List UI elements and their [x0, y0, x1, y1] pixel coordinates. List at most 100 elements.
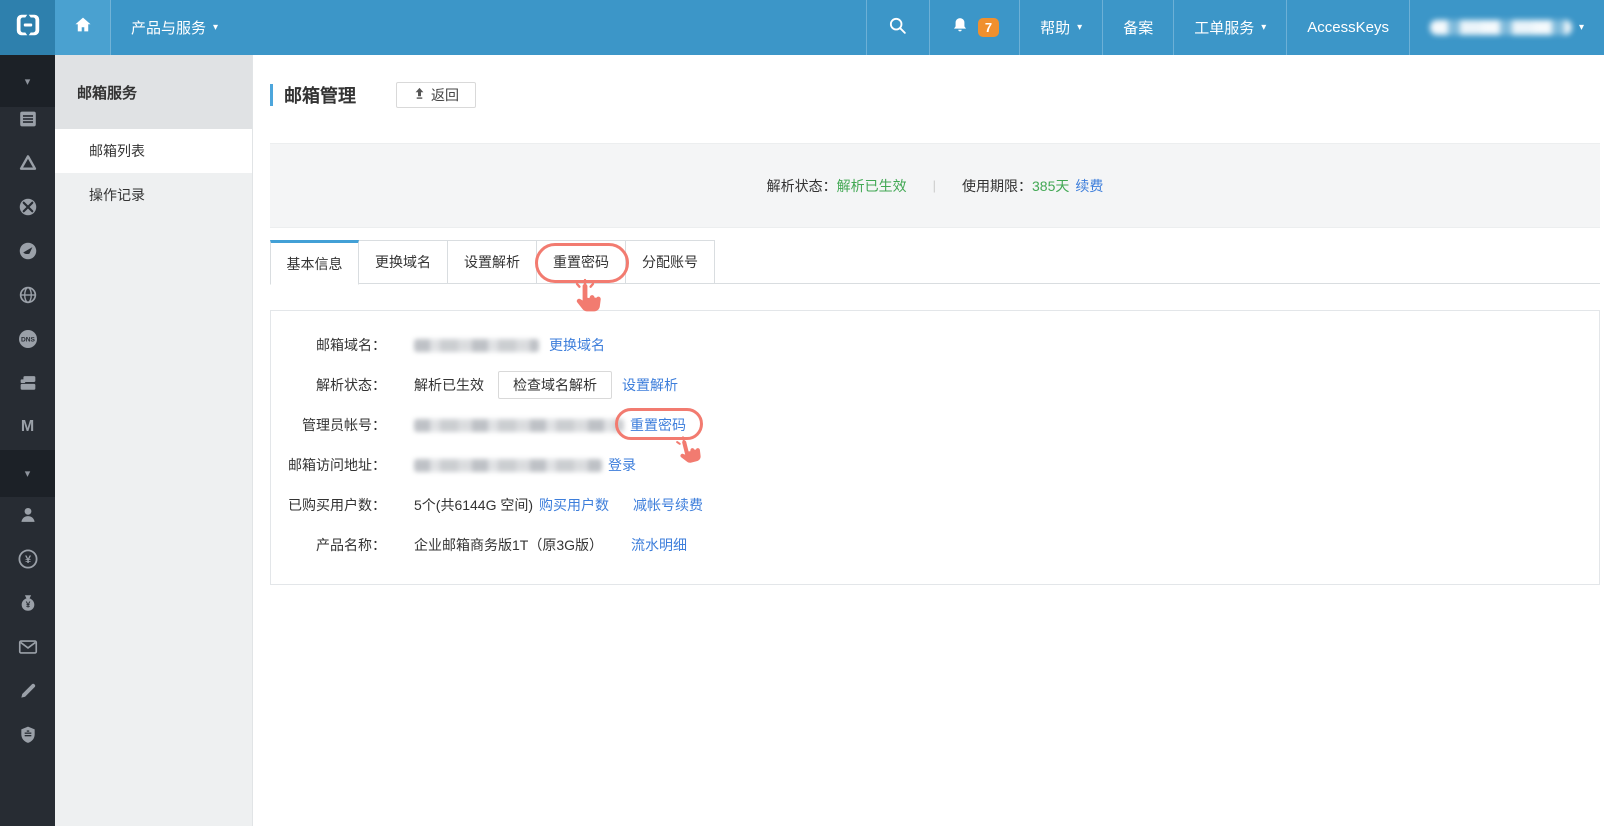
page-head: 邮箱管理 返回: [270, 81, 476, 109]
change-domain-link[interactable]: 更换域名: [549, 335, 605, 355]
topbar-right: 7 帮助 ▾ 备案 工单服务 ▾ AccessKeys ▾: [865, 0, 1604, 55]
dns-globe-icon: DNS: [16, 327, 40, 351]
help-label: 帮助: [1040, 20, 1071, 37]
set-resolution-link[interactable]: 设置解析: [622, 375, 678, 395]
check-domain-resolution-button[interactable]: 检查域名解析: [498, 371, 612, 399]
login-link[interactable]: 登录: [608, 455, 636, 475]
row-mail-domain: 邮箱域名： 更换域名: [271, 325, 1599, 365]
svg-text:¥: ¥: [25, 601, 30, 610]
arrow-up-icon: [413, 87, 431, 103]
ticket-service-label: 工单服务: [1194, 20, 1255, 37]
resolve-value: 解析已生效: [414, 377, 484, 393]
accesskeys-link[interactable]: AccessKeys: [1286, 0, 1409, 55]
rail-item-feedback[interactable]: [0, 671, 55, 711]
topbar: 产品与服务 ▾ 7 帮助 ▾ 备案 工单服务 ▾ AccessKeys ▾: [0, 0, 1604, 55]
rail-item-cdn[interactable]: [0, 231, 55, 271]
buy-users-link[interactable]: 购买用户数: [539, 495, 609, 515]
bell-icon: [950, 16, 970, 40]
search-button[interactable]: [865, 0, 929, 55]
reset-password-link[interactable]: 重置密码: [630, 417, 686, 433]
rail-item-account[interactable]: [0, 495, 55, 535]
admin-account-label: 管理员帐号：: [302, 417, 386, 433]
mail-domain-value-blurred: [414, 338, 539, 352]
caret-down-icon: ▾: [24, 75, 31, 88]
money-bag-icon: ¥: [17, 592, 39, 614]
status-strip: 解析状态： 解析已生效 | 使用期限： 385天 续费: [270, 143, 1600, 228]
home-icon: [72, 14, 94, 41]
notifications-button[interactable]: 7: [928, 0, 1019, 55]
back-button[interactable]: 返回: [396, 82, 476, 108]
tabbar: 基本信息 更换域名 设置解析 重置密码 分配账号: [270, 240, 1600, 312]
page-title: 邮箱管理: [284, 86, 356, 106]
reduce-renew-link[interactable]: 减帐号续费: [633, 495, 703, 515]
purchased-users-value: 5个(共6144G 空间): [414, 497, 534, 513]
envelope-icon: [17, 636, 39, 658]
rail-item-triangle-service[interactable]: [0, 143, 55, 183]
tab-assign-accounts[interactable]: 分配账号: [626, 240, 715, 284]
aliyun-logo[interactable]: [0, 0, 55, 55]
cloud-logo-icon: [14, 11, 42, 44]
notification-count-badge: 7: [977, 17, 1000, 38]
beian-label: 备案: [1123, 20, 1154, 37]
server-stack-icon: [17, 372, 39, 394]
mail-domain-label: 邮箱域名：: [316, 337, 386, 353]
usage-period-value: 385天: [1032, 177, 1070, 194]
list-doc-icon: [17, 108, 39, 130]
sidebar-item-mailbox-list[interactable]: 邮箱列表: [55, 129, 252, 173]
rail-item-billing[interactable]: ¥: [0, 539, 55, 579]
product-name-value: 企业邮箱商务版1T（原3G版）: [414, 537, 604, 553]
products-services-label: 产品与服务: [131, 20, 207, 37]
shield-icon: [18, 725, 38, 745]
help-menu[interactable]: 帮助 ▾: [1019, 0, 1102, 55]
home-button[interactable]: [55, 0, 110, 55]
m-letter-icon: M: [20, 418, 35, 435]
rail-collapse-bottom[interactable]: ▾: [0, 450, 55, 497]
tab-set-resolution[interactable]: 设置解析: [448, 240, 537, 284]
products-services-menu[interactable]: 产品与服务 ▾: [111, 0, 238, 55]
tab-reset-password[interactable]: 重置密码: [535, 240, 629, 312]
resolve-label: 解析状态：: [316, 377, 386, 393]
row-product-name: 产品名称： 企业邮箱商务版1T（原3G版） 流水明细: [271, 525, 1599, 565]
admin-account-value-blurred: [414, 418, 624, 432]
ticket-service-menu[interactable]: 工单服务 ▾: [1173, 0, 1286, 55]
row-purchased-users: 已购买用户数： 5个(共6144G 空间) 购买用户数 减帐号续费: [271, 485, 1599, 525]
main-content: 邮箱管理 返回 解析状态： 解析已生效 | 使用期限： 385天 续费 基本信息…: [253, 55, 1604, 826]
beian-link[interactable]: 备案: [1102, 0, 1173, 55]
resolve-status-label: 解析状态：: [766, 177, 837, 194]
bird-circle-icon: [17, 240, 39, 262]
account-menu[interactable]: ▾: [1408, 0, 1604, 55]
rail-item-storage[interactable]: [0, 363, 55, 403]
yen-circle-icon: ¥: [16, 547, 40, 571]
title-accent-bar: [270, 84, 273, 106]
pencil-icon: [18, 681, 38, 701]
rail-item-security[interactable]: [0, 715, 55, 755]
caret-down-icon: ▾: [24, 468, 31, 480]
row-resolve-status: 解析状态： 解析已生效 检查域名解析 设置解析: [271, 365, 1599, 405]
renew-link[interactable]: 续费: [1075, 176, 1103, 196]
rail-item-domains[interactable]: [0, 275, 55, 315]
rail-item-funds[interactable]: ¥: [0, 583, 55, 623]
triangle-icon: [17, 152, 39, 174]
tab-change-domain[interactable]: 更换域名: [359, 240, 448, 284]
rail-item-mqs[interactable]: M: [0, 407, 55, 447]
rail-item-dns[interactable]: DNS: [0, 319, 55, 359]
globe-icon: [17, 284, 39, 306]
sidebar-item-operation-log[interactable]: 操作记录: [55, 173, 252, 217]
chevron-down-icon: ▾: [1261, 21, 1267, 33]
tab-basic-info[interactable]: 基本信息: [270, 240, 359, 285]
sidebar: 邮箱服务 邮箱列表 操作记录: [55, 55, 253, 826]
rail-item-mail[interactable]: [0, 627, 55, 667]
purchased-users-label: 已购买用户数：: [288, 497, 386, 513]
row-mail-url: 邮箱访问地址： 登录: [271, 445, 1599, 485]
reset-password-link-wrap: 重置密码: [615, 408, 703, 463]
usage-period-label: 使用期限：: [962, 177, 1033, 194]
rail-item-console-list[interactable]: [0, 99, 55, 139]
chevron-down-icon: ▾: [1578, 21, 1584, 33]
search-icon: [887, 15, 909, 41]
icon-rail: ▾ DNS M ▾ ¥ ¥: [0, 55, 55, 826]
billing-detail-link[interactable]: 流水明细: [631, 535, 687, 555]
tab-reset-password-label: 重置密码: [553, 254, 609, 270]
basic-info-panel: 邮箱域名： 更换域名 解析状态： 解析已生效 检查域名解析 设置解析 管理员帐号…: [270, 310, 1600, 585]
rail-item-balance[interactable]: [0, 187, 55, 227]
